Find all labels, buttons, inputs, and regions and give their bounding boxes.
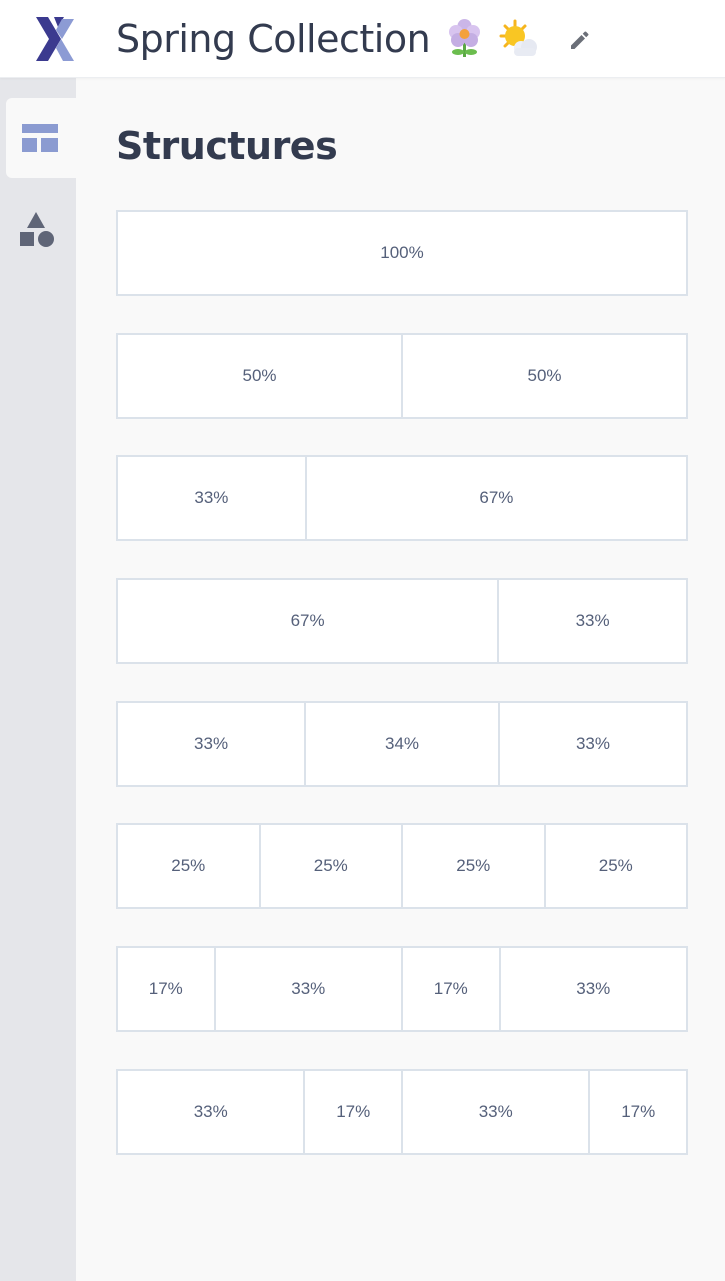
x-logo-icon[interactable] xyxy=(34,17,78,61)
structure-column: 33% xyxy=(575,611,610,630)
structure-column: 34% xyxy=(306,703,500,785)
structure-column: 33% xyxy=(575,734,610,753)
app-header: Spring Collection xyxy=(0,0,725,78)
sun-behind-cloud-emoji-icon xyxy=(499,19,537,56)
sidebar-item-content[interactable] xyxy=(6,190,76,270)
structure-column: 33% xyxy=(216,948,403,1030)
structure-column: 25% xyxy=(118,825,261,907)
shapes-content-icon xyxy=(20,212,54,247)
structure-row-8[interactable]: 33% 17% 33% 17% xyxy=(116,1069,688,1155)
structure-column: 17% xyxy=(403,948,501,1030)
structure-column: 33% xyxy=(576,979,611,998)
page-title: Spring Collection xyxy=(116,17,431,61)
structure-column: 17% xyxy=(305,1071,403,1153)
structure-column: 100% xyxy=(380,243,424,262)
layout-structures-icon xyxy=(22,124,58,152)
structure-column: 25% xyxy=(403,825,546,907)
structure-column: 33% xyxy=(118,457,307,539)
section-title: Structures xyxy=(116,124,338,168)
structure-column: 25% xyxy=(261,825,403,907)
structure-column: 33% xyxy=(118,1071,306,1153)
structure-row-3[interactable]: 33% 67% xyxy=(116,455,688,541)
sidebar xyxy=(0,78,76,1281)
structure-column: 17% xyxy=(621,1102,656,1121)
structure-column: 33% xyxy=(118,703,307,785)
structure-row-7[interactable]: 17% 33% 17% 33% xyxy=(116,946,688,1032)
main-panel: Structures 100% 50% 50% 33% 67% 67% 33% … xyxy=(76,78,725,1281)
structure-column: 50% xyxy=(527,366,562,385)
structure-row-2[interactable]: 50% 50% xyxy=(116,333,688,419)
structure-row-1[interactable]: 100% xyxy=(116,210,688,296)
structure-row-6[interactable]: 25% 25% 25% 25% xyxy=(116,823,688,909)
structure-column: 67% xyxy=(118,580,500,662)
structure-row-5[interactable]: 33% 34% 33% xyxy=(116,701,688,787)
structure-column: 67% xyxy=(479,488,514,507)
edit-title-pencil-icon[interactable] xyxy=(565,25,595,55)
structure-column: 25% xyxy=(598,856,633,875)
sidebar-item-structures[interactable] xyxy=(6,98,76,178)
structure-column: 17% xyxy=(118,948,216,1030)
structure-column: 33% xyxy=(403,1071,591,1153)
structure-row-4[interactable]: 67% 33% xyxy=(116,578,688,664)
structure-column: 50% xyxy=(118,335,403,417)
flower-emoji-icon xyxy=(449,19,480,57)
